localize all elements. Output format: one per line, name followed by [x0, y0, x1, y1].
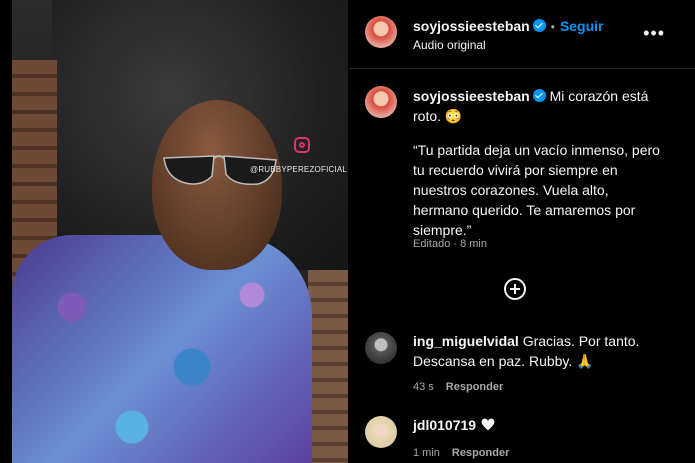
caption-header: soyjossieesteban Mi corazón está roto. 😳: [413, 86, 675, 126]
follow-button[interactable]: Seguir: [560, 18, 604, 34]
instagram-icon: [294, 137, 310, 153]
patterned-shirt: [12, 235, 312, 463]
separator-dot: •: [550, 20, 555, 34]
caption-meta: Editado · 8 min: [413, 238, 487, 250]
header-title-row: soyjossieesteban • Seguir: [413, 18, 604, 36]
comment-avatar[interactable]: [365, 332, 397, 364]
post-header: soyjossieesteban • Seguir Audio original •…: [349, 0, 695, 69]
reel-video[interactable]: [12, 0, 348, 463]
audio-link[interactable]: Audio original: [413, 38, 486, 52]
comment-time: 1 min: [413, 447, 440, 459]
reply-button[interactable]: Responder: [446, 381, 503, 393]
comment-time: 43 s: [413, 381, 434, 393]
stone-wall-right: [308, 270, 348, 463]
comment-item: jdl010719: [413, 415, 653, 435]
reply-button[interactable]: Responder: [452, 447, 509, 459]
caption-avatar[interactable]: [365, 86, 397, 118]
verified-badge-icon: [532, 19, 546, 32]
comment-item: ing_miguelvidal Gracias. Por tanto. Desc…: [413, 331, 653, 371]
comment-actions: 43 s Responder: [413, 377, 503, 395]
caption-quote: “Tu partida deja un vacío inmenso, pero …: [413, 142, 660, 238]
verified-badge-icon: [532, 89, 546, 102]
load-more-comments-icon[interactable]: [504, 278, 526, 300]
post-side-panel: soyjossieesteban • Seguir Audio original •…: [349, 0, 695, 463]
video-watermark: @RUBBYPEREZOFICIAL: [250, 165, 348, 174]
comment-username[interactable]: ing_miguelvidal: [413, 333, 519, 349]
heart-icon: [481, 418, 495, 431]
comment-actions: 1 min Responder: [413, 443, 509, 461]
author-username[interactable]: soyjossieesteban: [413, 18, 530, 34]
caption-username[interactable]: soyjossieesteban: [413, 88, 530, 104]
author-avatar[interactable]: [365, 16, 397, 48]
comment-avatar[interactable]: [365, 416, 397, 448]
comment-username[interactable]: jdl010719: [413, 417, 476, 433]
